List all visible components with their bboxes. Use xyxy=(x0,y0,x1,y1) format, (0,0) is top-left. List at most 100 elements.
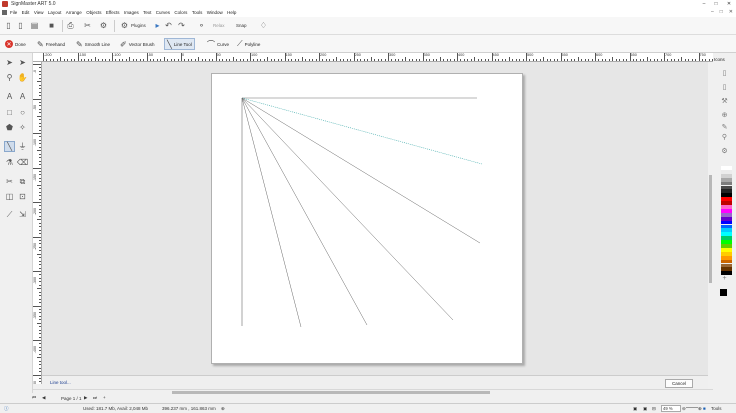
menu-tools[interactable]: Tools xyxy=(192,10,203,15)
menu-effects[interactable]: Effects xyxy=(106,10,120,15)
panel-icon-7[interactable]: ⚙ xyxy=(720,147,729,156)
menu-window[interactable]: Window xyxy=(207,10,223,15)
rectangle-icon[interactable]: □ xyxy=(4,107,15,118)
pan-hand-icon[interactable]: ✋ xyxy=(17,72,28,83)
line-draw-icon[interactable]: ╲ xyxy=(4,141,15,152)
cancel-button[interactable]: Cancel xyxy=(665,379,693,388)
menu-file[interactable]: File xyxy=(10,10,17,15)
new-template-icon[interactable]: ▯ xyxy=(15,20,26,31)
select-arrow-icon[interactable]: ➤ xyxy=(4,57,15,68)
panel-icon-2[interactable]: ▯ xyxy=(720,83,729,92)
zoom-in-icon[interactable]: ⊕ xyxy=(698,406,702,412)
transform-icon[interactable]: ⇲ xyxy=(17,209,28,220)
ellipse-icon[interactable]: ○ xyxy=(17,107,28,118)
fill-bucket-icon[interactable]: ⏚ xyxy=(17,141,28,152)
zoom-icon[interactable]: ⚲ xyxy=(4,72,15,83)
color-swatch[interactable] xyxy=(721,271,732,276)
smooth-line-button[interactable]: ✎ Smooth Line xyxy=(74,38,112,50)
maximize-button[interactable]: □ xyxy=(712,1,720,7)
menu-help[interactable]: Help xyxy=(227,10,236,15)
save-icon[interactable]: ■ xyxy=(46,20,57,31)
doc-minimize-button[interactable]: – xyxy=(711,9,714,15)
view-mode-icon[interactable]: ▣ xyxy=(633,406,637,412)
view-fit-icon[interactable]: ▣ xyxy=(643,406,647,412)
drawn-line[interactable] xyxy=(241,97,368,326)
page-navigator: ⏮ ◀ Page 1 / 1 ▶ ⏭ + xyxy=(0,395,736,403)
next-page-icon[interactable]: ▶ xyxy=(84,395,87,401)
relax-label[interactable]: Relax xyxy=(213,23,225,28)
print-icon[interactable]: ⎙ xyxy=(65,20,76,31)
measure-icon[interactable]: ⟋ xyxy=(4,209,15,220)
contour-icon[interactable]: ◫ xyxy=(4,191,15,202)
line-tool-button[interactable]: ╲ Line Tool xyxy=(164,38,195,50)
menu-objects[interactable]: Objects xyxy=(86,10,101,15)
freehand-button[interactable]: ✎ Freehand xyxy=(35,38,67,50)
minimize-button[interactable]: – xyxy=(700,1,708,7)
drawn-line[interactable] xyxy=(241,97,302,328)
output-icon[interactable]: ⚙ xyxy=(98,20,109,31)
curve-button[interactable]: ⌒ Curve xyxy=(205,38,231,50)
menu-curves[interactable]: Curves xyxy=(156,10,170,15)
doc-restore-button[interactable]: □ xyxy=(720,9,723,15)
prev-page-icon[interactable]: ◀ xyxy=(42,395,45,401)
undo-icon[interactable]: ↶ xyxy=(163,20,174,31)
fill-icon[interactable]: ♢ xyxy=(258,20,269,31)
design-page[interactable] xyxy=(211,73,523,364)
drawn-line[interactable] xyxy=(241,97,454,321)
color-add-icon[interactable]: + xyxy=(720,275,729,284)
text-path-icon[interactable]: A xyxy=(17,91,28,102)
zoom-slider[interactable] xyxy=(686,407,698,408)
view-page-icon[interactable]: ⊟ xyxy=(652,406,656,412)
shape-icon[interactable]: ⬟ xyxy=(4,122,15,133)
menu-images[interactable]: Images xyxy=(124,10,139,15)
h-ruler-tick xyxy=(167,59,168,61)
panel-icon-4[interactable]: ⊕ xyxy=(720,111,729,120)
zoom-out-icon[interactable]: ⊖ xyxy=(682,406,686,412)
menu-colors[interactable]: Colors xyxy=(174,10,187,15)
menu-edit[interactable]: Edit xyxy=(22,10,30,15)
horizontal-scroll-thumb[interactable] xyxy=(172,391,490,394)
weld-icon[interactable]: ⧉ xyxy=(17,176,28,187)
last-page-icon[interactable]: ⏭ xyxy=(93,395,97,400)
doc-close-button[interactable]: ✕ xyxy=(729,9,733,15)
tools-panel-label[interactable]: Tools xyxy=(711,406,722,411)
snap-label[interactable]: Snap xyxy=(236,23,247,28)
menu-arrange[interactable]: Arrange xyxy=(66,10,82,15)
panel-icon-1[interactable]: ▯ xyxy=(720,69,729,78)
open-file-icon[interactable]: ▤ xyxy=(29,20,40,31)
play-icon[interactable]: ▸ xyxy=(152,20,163,31)
node-edit-icon[interactable]: ➤ xyxy=(17,57,28,68)
panel-icon-6[interactable]: ⚲ xyxy=(720,133,729,142)
document-icon[interactable] xyxy=(2,10,7,15)
panel-icon-3[interactable]: ⚒ xyxy=(720,97,729,106)
knife-icon[interactable]: ✂ xyxy=(4,176,15,187)
menu-text[interactable]: Text xyxy=(143,10,151,15)
vertical-scroll-thumb[interactable] xyxy=(709,175,712,283)
redo-icon[interactable]: ↷ xyxy=(176,20,187,31)
add-page-icon[interactable]: + xyxy=(103,395,106,400)
star-icon[interactable]: ✧ xyxy=(17,122,28,133)
current-color-swatch[interactable] xyxy=(720,289,727,296)
plugins-icon[interactable]: ⚙ xyxy=(119,20,130,31)
h-ruler-tick xyxy=(339,59,341,61)
first-page-icon[interactable]: ⏮ xyxy=(32,395,36,400)
eraser-icon[interactable]: ⌫ xyxy=(17,157,28,168)
polyline-button[interactable]: ⟋ Polyline xyxy=(235,38,262,50)
zoom-level[interactable]: 49 % xyxy=(661,405,681,412)
drawn-line[interactable] xyxy=(241,97,481,244)
drawing-canvas[interactable] xyxy=(42,62,708,384)
text-tool-icon[interactable]: A xyxy=(4,91,15,102)
relax-icon[interactable]: ⚬ xyxy=(196,20,207,31)
done-button[interactable]: ✕ Done xyxy=(3,38,28,50)
vector-brush-button[interactable]: ✐ Vector Brush xyxy=(118,38,156,50)
panel-icon-5[interactable]: ✎ xyxy=(720,123,729,132)
menu-view[interactable]: View xyxy=(34,10,44,15)
tools-panel-icon[interactable]: ■ xyxy=(703,406,706,411)
eyedropper-icon[interactable]: ⚗ xyxy=(4,157,15,168)
new-file-icon[interactable]: ▯ xyxy=(3,20,14,31)
close-button[interactable]: ✕ xyxy=(725,1,733,7)
plugins-label[interactable]: Plugins xyxy=(131,23,146,28)
outline-icon[interactable]: ⊡ xyxy=(17,191,28,202)
menu-layout[interactable]: Layout xyxy=(48,10,62,15)
cut-tool-icon[interactable]: ✂ xyxy=(82,20,93,31)
